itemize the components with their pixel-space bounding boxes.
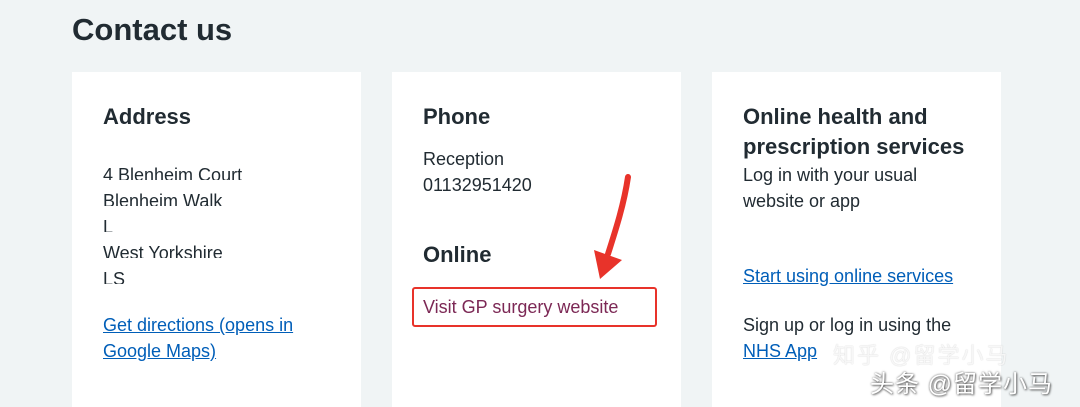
online-heading: Online	[423, 242, 492, 267]
address-line: West Yorkshire	[103, 243, 223, 258]
annotation-arrow-icon	[594, 174, 631, 279]
address-line: 4 Blenheim Court	[103, 165, 243, 180]
address-card: Address 4 Blenheim Court Blenheim Walk L…	[72, 72, 361, 407]
page-title: Contact us	[72, 12, 233, 47]
login-text: Log in with your usual website or app	[743, 165, 918, 211]
online-services-heading: Online health and prescription services	[743, 104, 965, 159]
address-line: LS	[103, 269, 126, 284]
get-directions-link[interactable]: Get directions (opens in Google Maps)	[103, 312, 333, 364]
start-online-services-link[interactable]: Start using online services	[743, 263, 953, 289]
address-lines: 4 Blenheim Court Blenheim Walk L West Yo…	[103, 154, 330, 284]
visit-gp-website-link[interactable]: Visit GP surgery website	[423, 294, 618, 320]
address-line: L	[103, 217, 114, 232]
signup-label: Sign up or log in using the	[743, 315, 952, 335]
nhs-app-link[interactable]: NHS App	[743, 341, 817, 361]
phone-card: Phone Reception 01132951420 Online Visit…	[392, 72, 681, 407]
address-line: Blenheim Walk	[103, 191, 223, 206]
address-heading: Address	[103, 104, 192, 129]
watermark-toutiao: 头条 @留学小马	[870, 371, 1054, 398]
phone-heading: Phone	[423, 104, 491, 129]
reception-label: Reception	[423, 149, 505, 169]
